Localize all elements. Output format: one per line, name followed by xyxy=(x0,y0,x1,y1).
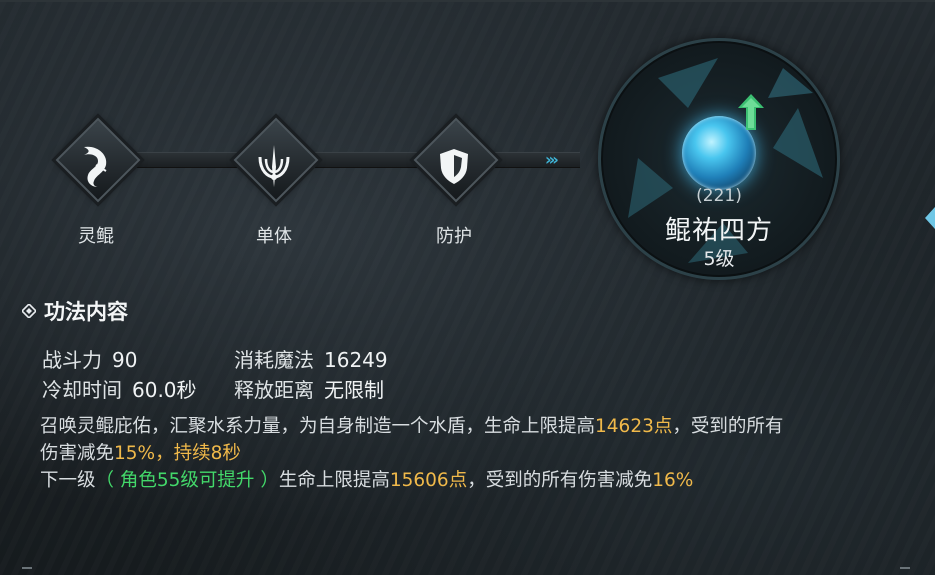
stat-value: 无限制 xyxy=(324,378,384,402)
node-label: 灵鲲 xyxy=(78,226,114,247)
expand-arrow-icon[interactable] xyxy=(925,207,935,229)
next-level-label: 下一级 xyxy=(40,470,96,491)
stat-label: 释放距离 xyxy=(234,378,314,402)
section-title-text: 功法内容 xyxy=(44,300,128,324)
stat-label: 战斗力 xyxy=(42,348,102,372)
stat-label: 消耗魔法 xyxy=(234,348,314,372)
skill-code: (221) xyxy=(696,186,742,206)
next-level-condition: （ 角色55级可提升 ） xyxy=(95,470,279,491)
frame-corner xyxy=(900,567,910,575)
next-hp-value: 15606点 xyxy=(389,470,468,491)
single-target-icon xyxy=(234,136,314,196)
next-level-description: 下一级（ 角色55级可提升 ）生命上限提高15606点，受到的所有伤害减免16% xyxy=(40,467,900,494)
desc-hp-value: 14623点 xyxy=(595,416,673,437)
stat-label: 冷却时间 xyxy=(42,378,122,402)
path-chevrons: ››› xyxy=(545,150,559,169)
desc-text: ，受到的所有 xyxy=(672,416,784,437)
whale-fin-icon xyxy=(56,136,136,196)
skill-medallion[interactable]: (221) 鲲祐四方 5级 xyxy=(598,38,840,280)
skill-detail-panel: ››› 灵鲲 单体 防护 (221) 鲲祐四方 5级 功法内容 战斗力 90 消… xyxy=(0,0,935,575)
skill-path-track xyxy=(70,152,580,168)
stat-value: 16249 xyxy=(324,348,388,372)
skill-description: 召唤灵鲲庇佑，汇聚水系力量，为自身制造一个水盾，生命上限提高14623点，受到的… xyxy=(40,413,900,467)
next-dr-value: 16% xyxy=(652,470,694,491)
stat-value: 60.0秒 xyxy=(132,378,197,402)
stat-power: 战斗力 90 xyxy=(42,344,137,373)
node-label: 单体 xyxy=(256,226,292,247)
stat-value: 90 xyxy=(112,348,138,372)
desc-text: ，受到的所有伤害减免 xyxy=(467,470,653,491)
stat-mana: 消耗魔法 16249 xyxy=(234,344,388,373)
desc-text: 生命上限提高 xyxy=(278,470,390,491)
stat-cooldown: 冷却时间 60.0秒 xyxy=(42,374,197,403)
desc-text: 召唤灵鲲庇佑，汇聚水系力量，为自身制造一个水盾，生命上限提高 xyxy=(40,416,596,437)
shield-icon xyxy=(414,136,494,196)
stat-range: 释放距离 无限制 xyxy=(234,374,384,403)
desc-text: 伤害减免 xyxy=(40,443,115,464)
desc-duration: ，持续8秒 xyxy=(155,443,241,464)
diamond-bullet-icon xyxy=(22,304,36,318)
node-label: 防护 xyxy=(436,226,472,247)
desc-dr-value: 15% xyxy=(114,443,156,464)
section-title: 功法内容 xyxy=(22,296,128,326)
upgrade-arrow-icon xyxy=(738,94,764,130)
skill-level: 5级 xyxy=(703,248,735,270)
skill-name: 鲲祐四方 xyxy=(664,216,773,246)
frame-corner xyxy=(22,567,32,575)
